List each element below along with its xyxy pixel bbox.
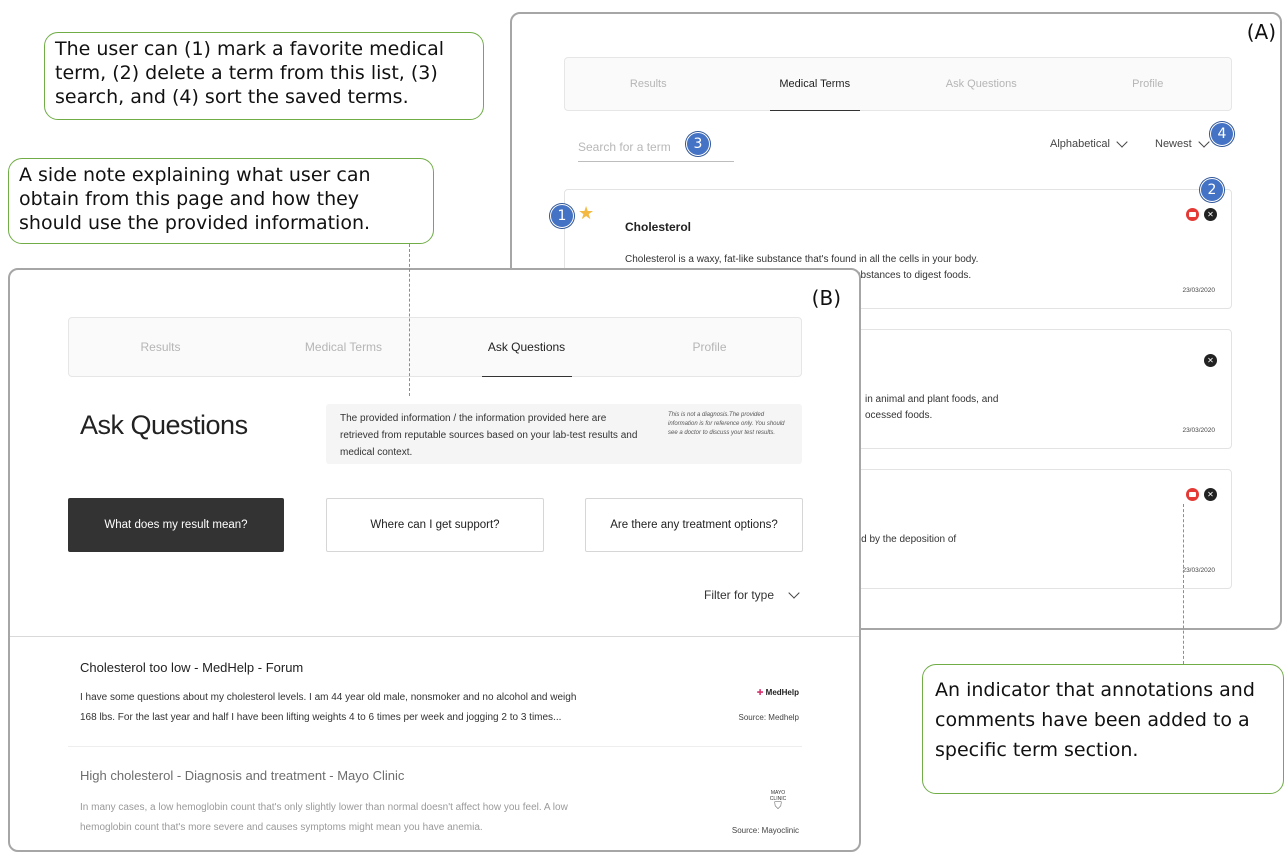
result-snippet-line: I have some questions about my cholester… <box>80 692 577 703</box>
tab-ask-questions[interactable]: Ask Questions <box>898 58 1065 110</box>
chevron-down-icon <box>1198 136 1210 148</box>
result-snippet-line: 168 lbs. For the last year and half I ha… <box>80 712 562 723</box>
sort-alphabetical-dropdown[interactable]: Alphabetical <box>1050 136 1128 150</box>
tab-ask-questions[interactable]: Ask Questions <box>435 318 618 376</box>
callout-annotation-indicator: An indicator that annotations and commen… <box>922 664 1284 794</box>
search-placeholder: Search for a term <box>578 139 671 154</box>
close-icon[interactable]: ✕ <box>1204 354 1217 367</box>
filter-type-dropdown[interactable]: Filter for type <box>704 587 800 602</box>
medhelp-logo: ✚ MedHelp <box>757 688 799 697</box>
panel-b-label: (B) <box>811 286 841 310</box>
callout-annotation-indicator-text: An indicator that annotations and commen… <box>935 679 1255 761</box>
nav-tabs: Results Medical Terms Ask Questions Prof… <box>564 57 1232 111</box>
sort-newest-dropdown[interactable]: Newest <box>1155 136 1210 150</box>
close-icon[interactable]: ✕ <box>1204 488 1217 501</box>
tab-medical-terms[interactable]: Medical Terms <box>252 318 435 376</box>
term-date: 23/03/2020 <box>1182 567 1215 574</box>
comment-icon[interactable] <box>1186 488 1199 501</box>
result-source: Source: Medhelp <box>738 713 799 722</box>
mayo-shield-icon: ⛉ <box>774 801 782 812</box>
question-button-result-meaning[interactable]: What does my result mean? <box>68 498 284 552</box>
side-note: The provided information / the informati… <box>326 404 802 464</box>
mayo-clinic-logo: MAYO CLINIC ⛉ <box>763 790 793 812</box>
badge-1: 1 <box>550 204 574 228</box>
result-snippet-line: In many cases, a low hemoglobin count th… <box>80 802 568 813</box>
callout-user-actions: The user can (1) mark a favorite medical… <box>44 32 484 120</box>
term-title: Cholesterol <box>625 220 692 234</box>
filter-type-label: Filter for type <box>704 588 775 602</box>
term-date: 23/03/2020 <box>1182 287 1215 294</box>
term-description-line: Cholesterol is a waxy, fat-like substanc… <box>625 254 979 265</box>
badge-2: 2 <box>1200 178 1224 202</box>
indicator-leader-line <box>1183 504 1184 664</box>
question-button-support[interactable]: Where can I get support? <box>326 498 544 552</box>
term-date: 23/03/2020 <box>1182 427 1215 434</box>
medhelp-logo-text: MedHelp <box>765 688 799 697</box>
callout-side-note: A side note explaining what user can obt… <box>8 158 434 244</box>
result-title[interactable]: Cholesterol too low - MedHelp - Forum <box>80 660 303 675</box>
result-title[interactable]: High cholesterol - Diagnosis and treatme… <box>80 768 404 783</box>
nav-tabs: Results Medical Terms Ask Questions Prof… <box>68 317 802 377</box>
tab-medical-terms[interactable]: Medical Terms <box>732 58 899 110</box>
sort-alphabetical-label: Alphabetical <box>1050 138 1110 150</box>
result-source: Source: Mayoclinic <box>731 826 799 835</box>
panel-a-label: (A) <box>1246 20 1276 44</box>
search-input[interactable]: Search for a term <box>578 132 734 162</box>
chevron-down-icon <box>788 587 800 599</box>
badge-4: 4 <box>1210 122 1234 146</box>
result-snippet: I have some questions about my cholester… <box>80 688 690 728</box>
divider <box>10 636 859 637</box>
ask-questions-panel: (B) Results Medical Terms Ask Questions … <box>8 268 861 852</box>
result-snippet: In many cases, a low hemoglobin count th… <box>80 798 690 838</box>
badge-3: 3 <box>686 132 710 156</box>
tab-results[interactable]: Results <box>565 58 732 110</box>
side-note-leader-line <box>409 244 410 396</box>
tab-profile[interactable]: Profile <box>1065 58 1232 110</box>
medhelp-logo-icon: ✚ <box>756 688 764 697</box>
page-title: Ask Questions <box>80 410 248 440</box>
callout-side-note-text: A side note explaining what user can obt… <box>19 164 371 234</box>
callout-user-actions-text: The user can (1) mark a favorite medical… <box>55 38 445 108</box>
divider <box>68 746 802 747</box>
tab-results[interactable]: Results <box>69 318 252 376</box>
sort-newest-label: Newest <box>1155 138 1192 150</box>
side-note-text: The provided information / the informati… <box>340 413 638 458</box>
tab-profile[interactable]: Profile <box>618 318 801 376</box>
comment-icon[interactable] <box>1186 208 1199 221</box>
question-button-treatment[interactable]: Are there any treatment options? <box>585 498 803 552</box>
result-snippet-line: hemoglobin count that's more severe and … <box>80 822 483 833</box>
chevron-down-icon <box>1116 136 1128 148</box>
side-note-disclaimer: This is not a diagnosis.The provided inf… <box>668 412 785 436</box>
star-icon[interactable]: ★ <box>578 204 594 222</box>
close-icon[interactable]: ✕ <box>1204 208 1217 221</box>
